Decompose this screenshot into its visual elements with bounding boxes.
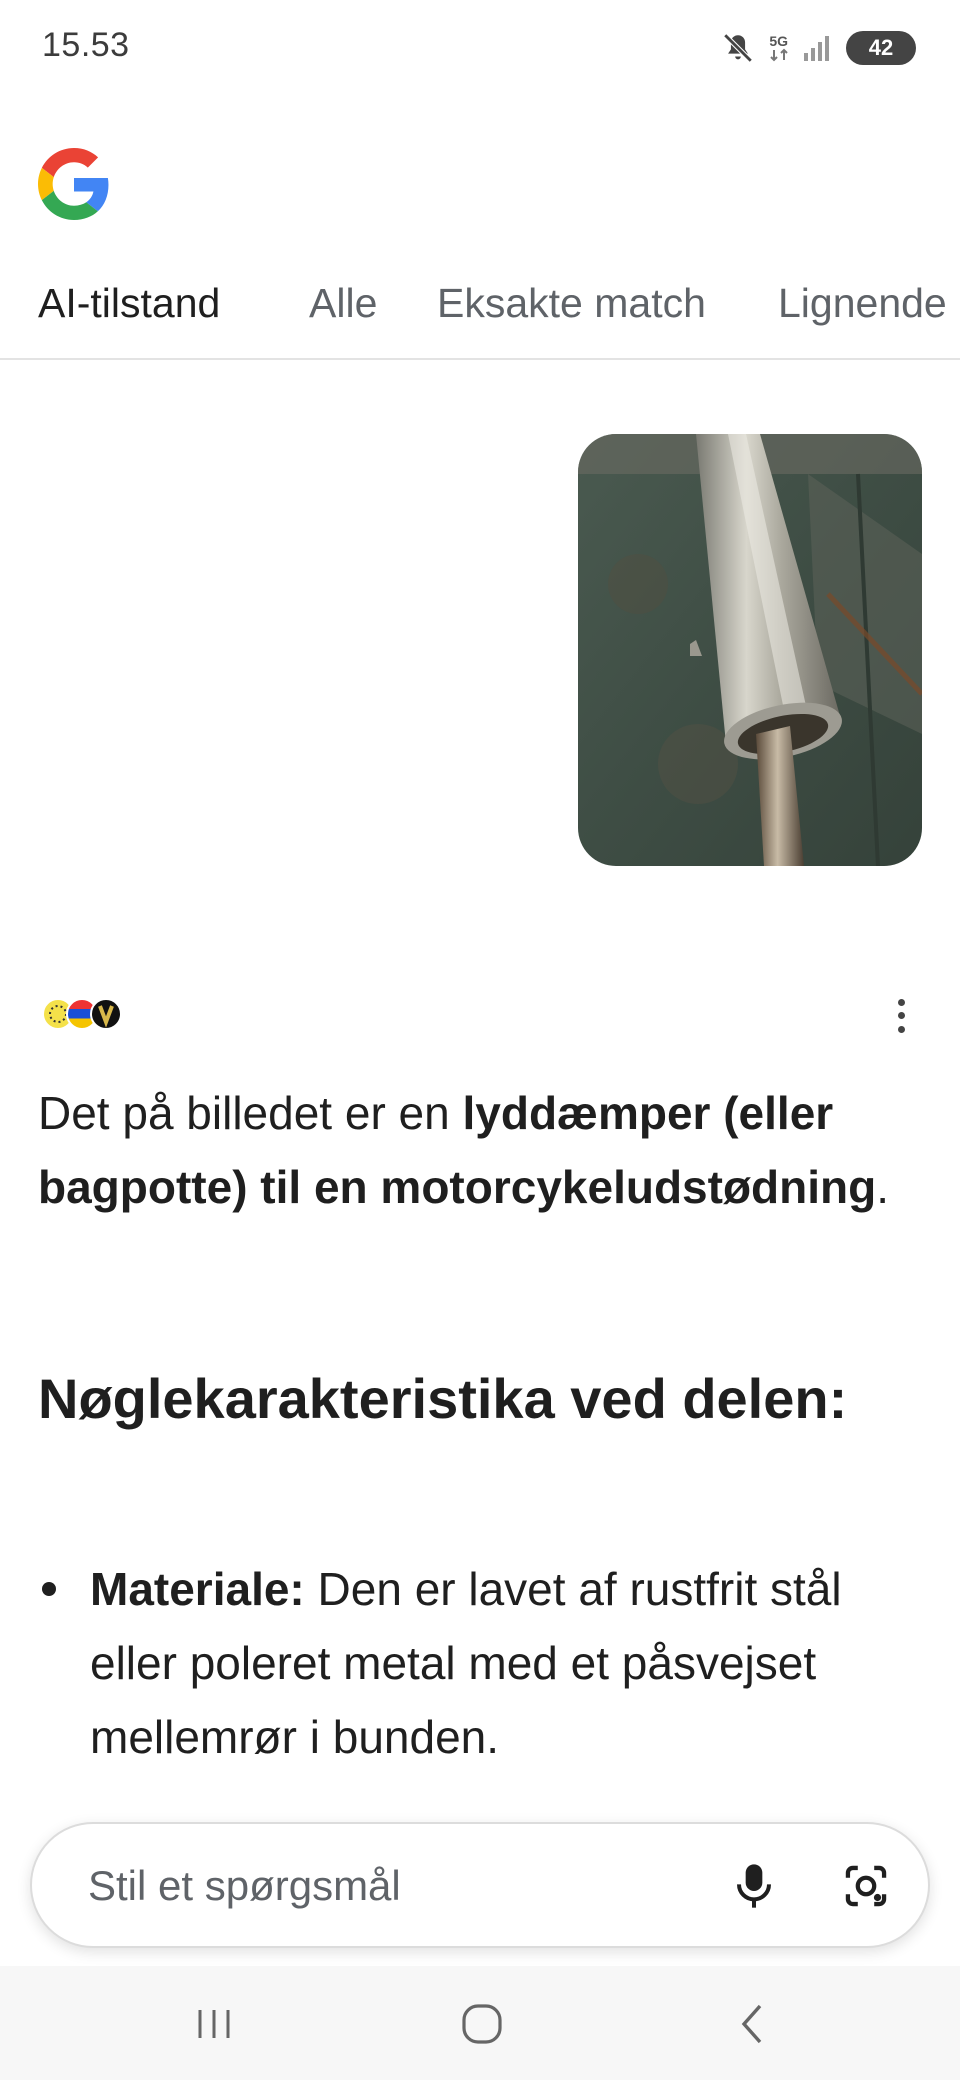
- answer-suffix: .: [876, 1161, 890, 1213]
- ask-input[interactable]: [86, 1852, 690, 1920]
- ask-box[interactable]: [30, 1822, 930, 1948]
- results-tabs: AI-tilstand Alle Eksakte match Lignende: [0, 270, 960, 360]
- ai-answer-paragraph: Det på billedet er en lyddæmper (eller b…: [38, 1076, 918, 1224]
- back-button[interactable]: [722, 1996, 782, 2052]
- list-item: Materiale: Den er lavet af rustfrit stål…: [38, 1552, 918, 1774]
- source-3-icon[interactable]: [90, 998, 122, 1030]
- tab-ai-mode[interactable]: AI-tilstand: [38, 280, 220, 327]
- answer-text: Det på billedet er en: [38, 1087, 463, 1139]
- mute-icon: [723, 33, 753, 63]
- bullet-label: Materiale:: [90, 1563, 305, 1615]
- bullet-dot: [42, 1582, 56, 1596]
- google-lens-button[interactable]: [830, 1850, 902, 1922]
- network-label: 5G: [769, 33, 788, 49]
- microphone-icon: [737, 1864, 771, 1908]
- home-icon: [462, 2004, 502, 2044]
- section-heading: Nøglekarakteristika ved delen:: [38, 1367, 848, 1430]
- more-options-icon[interactable]: [886, 996, 916, 1036]
- bullet-list: Materiale: Den er lavet af rustfrit stål…: [38, 1552, 918, 1774]
- tab-similar[interactable]: Lignende: [778, 280, 947, 327]
- source-icons[interactable]: [42, 998, 122, 1030]
- battery-icon: 42: [846, 31, 916, 65]
- camera-lens-icon: [845, 1865, 887, 1907]
- tab-all[interactable]: Alle: [309, 280, 377, 327]
- status-time: 15.53: [42, 26, 130, 64]
- home-button[interactable]: [452, 1996, 512, 2052]
- microphone-button[interactable]: [718, 1850, 790, 1922]
- navigation-bar: [0, 1966, 960, 2080]
- signal-icon: [804, 36, 829, 61]
- recent-apps-icon: [198, 2010, 230, 2038]
- status-bar: 15.53 5G 42: [0, 0, 960, 96]
- network-icon: 5G: [769, 34, 788, 62]
- google-logo[interactable]: [38, 148, 110, 220]
- recent-apps-button[interactable]: [184, 1996, 244, 2052]
- status-icons: 5G 42: [721, 26, 916, 70]
- query-image[interactable]: [578, 434, 922, 866]
- back-icon: [741, 2004, 762, 2044]
- tab-exact-match[interactable]: Eksakte match: [437, 280, 706, 327]
